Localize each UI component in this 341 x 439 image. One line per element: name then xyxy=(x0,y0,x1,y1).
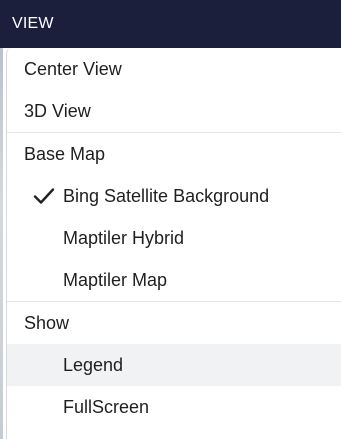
menu-item-center-view[interactable]: Center View xyxy=(7,48,341,90)
show-section: Show Legend FullScreen xyxy=(7,301,341,428)
menu-item-bing-satellite[interactable]: Bing Satellite Background xyxy=(7,175,341,217)
base-map-heading: Base Map xyxy=(24,144,106,164)
checkmark-icon xyxy=(33,175,63,217)
view-menu-title: VIEW xyxy=(12,15,54,32)
menu-item-maptiler-map[interactable]: Maptiler Map xyxy=(7,259,341,301)
show-heading: Show xyxy=(24,313,70,333)
menu-item-3d-view[interactable]: 3D View xyxy=(7,90,341,132)
view-menu-panel: VIEW Center View 3D View Base Map Bing S… xyxy=(0,0,341,439)
menu-item-label: Bing Satellite Background xyxy=(63,186,270,206)
menu-item-fullscreen[interactable]: FullScreen xyxy=(7,386,341,428)
menu-item-maptiler-hybrid[interactable]: Maptiler Hybrid xyxy=(7,217,341,259)
view-menu-header[interactable]: VIEW xyxy=(0,0,341,48)
base-map-section: Base Map Bing Satellite Background Mapti… xyxy=(7,132,341,301)
menu-item-legend[interactable]: Legend xyxy=(7,344,341,386)
view-actions-section: Center View 3D View xyxy=(7,48,341,132)
panel-left-edge xyxy=(0,48,3,439)
view-dropdown-menu: Center View 3D View Base Map Bing Satell… xyxy=(6,48,341,439)
